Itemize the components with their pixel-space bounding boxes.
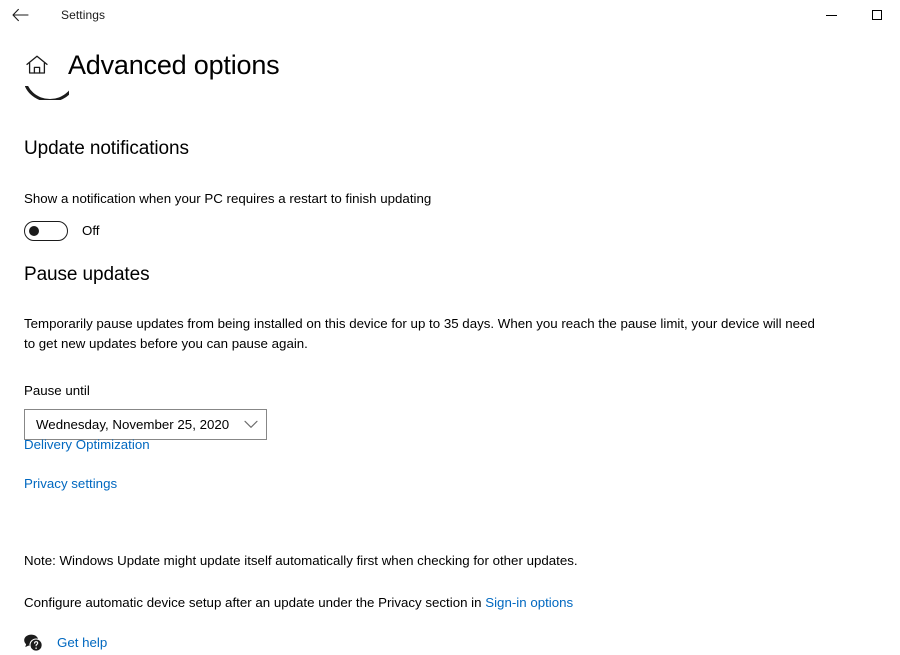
note-windows-update: Note: Windows Update might update itself… xyxy=(24,553,578,568)
pause-updates-heading: Pause updates xyxy=(24,264,150,285)
section-update-notifications: Update notifications Show a notification… xyxy=(24,136,844,241)
pause-until-value: Wednesday, November 25, 2020 xyxy=(36,416,230,432)
notes-block: Note: Windows Update might update itself… xyxy=(24,551,844,613)
toggle-state-label: Off xyxy=(82,223,100,238)
link-sign-in-options[interactable]: Sign-in options xyxy=(485,595,573,610)
minimize-icon xyxy=(825,14,837,16)
back-button[interactable] xyxy=(0,0,40,30)
note-device-setup: Configure automatic device setup after a… xyxy=(24,593,844,613)
maximize-icon xyxy=(872,10,882,20)
link-delivery-optimization[interactable]: Delivery Optimization xyxy=(24,436,150,454)
pause-updates-description: Temporarily pause updates from being ins… xyxy=(24,316,815,351)
back-arrow-icon xyxy=(11,8,29,22)
restart-notification-toggle-row: Off xyxy=(24,221,844,241)
page-title: Advanced options xyxy=(68,50,280,80)
related-links: Delivery Optimization Privacy settings xyxy=(24,436,150,493)
help-footer: Get help xyxy=(21,632,107,654)
toggle-knob xyxy=(29,226,39,236)
home-icon[interactable] xyxy=(24,52,50,78)
get-help-link[interactable]: Get help xyxy=(57,634,107,652)
page-header: Advanced options xyxy=(24,48,280,82)
window-controls xyxy=(808,0,900,30)
note-device-setup-text: Configure automatic device setup after a… xyxy=(24,595,486,610)
update-notifications-description: Show a notification when your PC require… xyxy=(24,191,432,206)
pause-until-label: Pause until xyxy=(24,383,90,398)
clipped-header-artifact xyxy=(25,86,69,100)
minimize-button[interactable] xyxy=(808,0,854,30)
update-notifications-heading: Update notifications xyxy=(24,138,189,159)
help-question-bubble-icon xyxy=(21,632,45,654)
link-privacy-settings[interactable]: Privacy settings xyxy=(24,475,117,493)
window-titlebar: Settings xyxy=(0,0,900,30)
section-pause-updates: Pause updates Temporarily pause updates … xyxy=(24,262,854,440)
window-title: Settings xyxy=(61,8,106,22)
chevron-down-icon xyxy=(244,416,258,434)
restart-notification-toggle[interactable] xyxy=(24,221,68,241)
maximize-button[interactable] xyxy=(854,0,900,30)
